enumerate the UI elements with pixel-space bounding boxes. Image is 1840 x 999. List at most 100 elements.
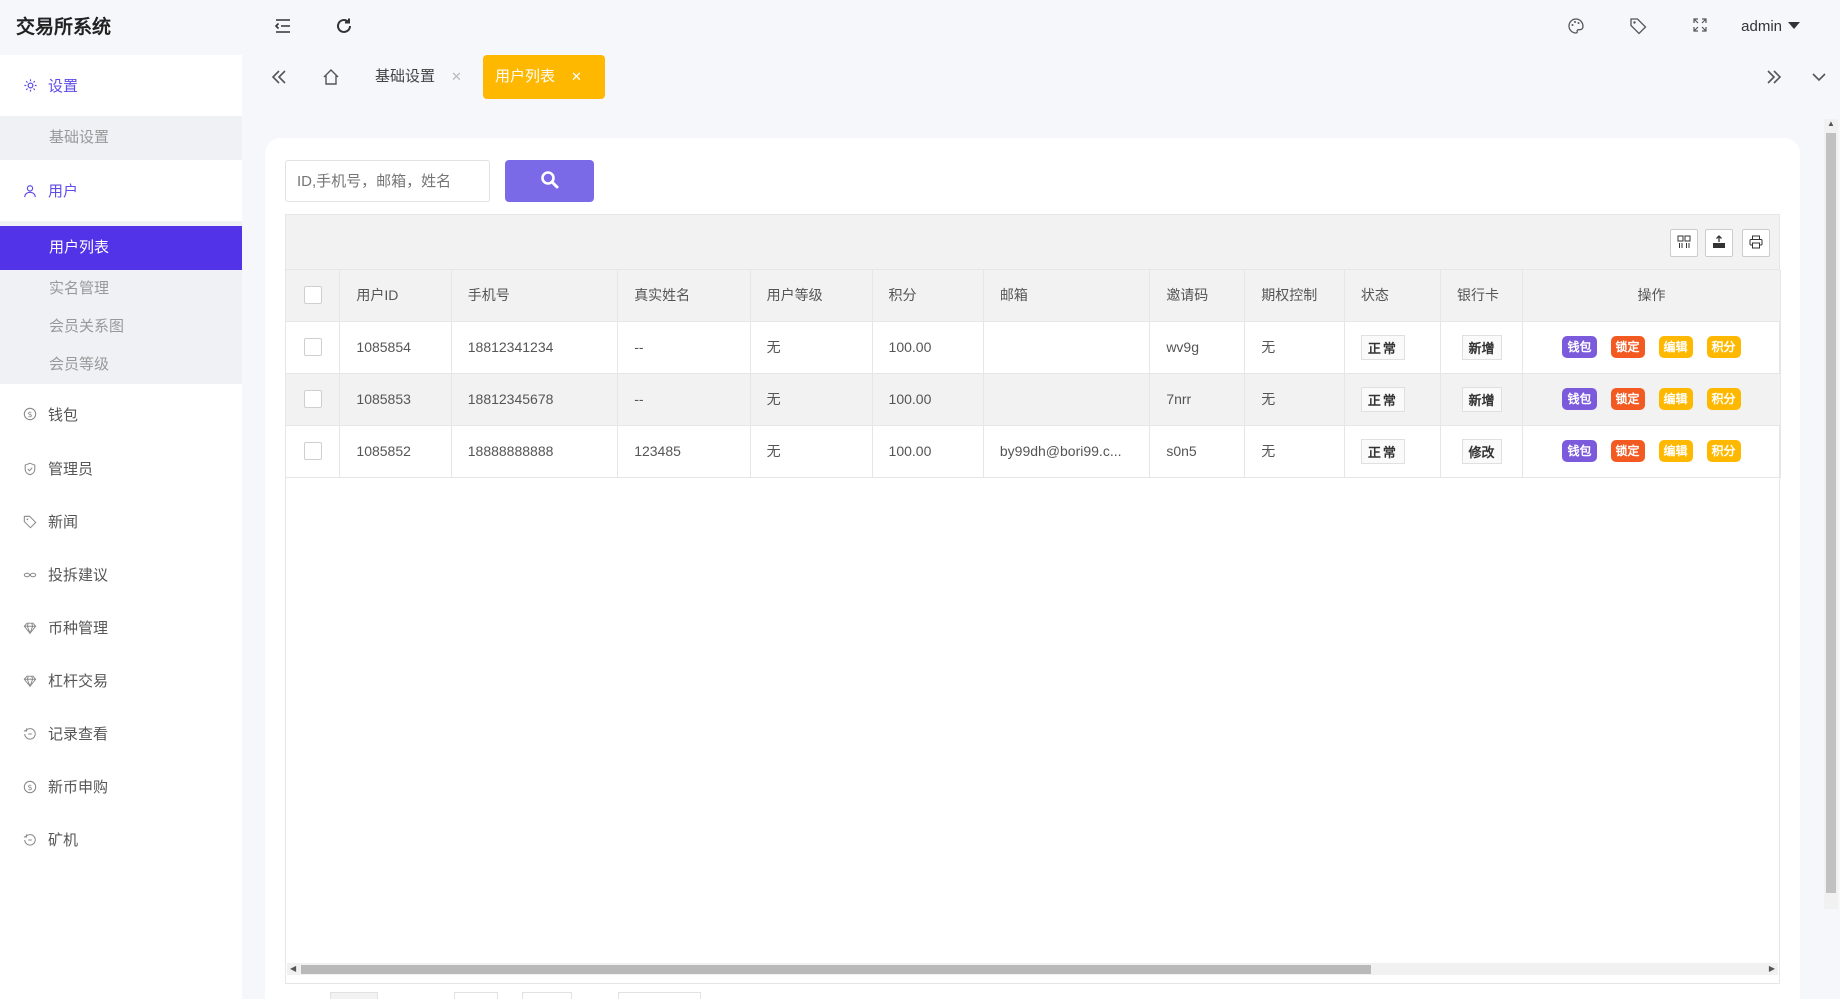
sidebar-item-news[interactable]: 新闻 xyxy=(0,495,242,548)
close-icon[interactable]: ✕ xyxy=(451,69,462,84)
status-badge[interactable]: 正常 xyxy=(1360,438,1405,464)
search-input[interactable] xyxy=(285,160,490,202)
scrollbar-thumb[interactable] xyxy=(301,965,1371,974)
points-button[interactable]: 积分 xyxy=(1706,388,1741,410)
cell-bank: 修改 xyxy=(1440,425,1524,478)
points-button[interactable]: 积分 xyxy=(1706,336,1741,358)
cell-points: 100.00 xyxy=(872,373,984,426)
columns-filter-button[interactable] xyxy=(1670,229,1698,257)
sidebar-item-leverage[interactable]: 杠杆交易 xyxy=(0,654,242,707)
column-header[interactable]: 用户等级 xyxy=(750,270,873,322)
select-all-checkbox[interactable] xyxy=(303,286,322,305)
column-header[interactable]: 手机号 xyxy=(451,270,619,322)
cell-phone: 18888888888 xyxy=(451,425,619,478)
user-menu[interactable]: admin xyxy=(1741,18,1800,35)
column-header[interactable]: 邀请码 xyxy=(1149,270,1246,322)
scroll-left-arrow-icon[interactable]: ◀ xyxy=(290,963,296,975)
print-button[interactable] xyxy=(1742,229,1770,257)
sidebar-item-records[interactable]: 记录查看 xyxy=(0,707,242,760)
edit-button[interactable]: 编辑 xyxy=(1658,336,1693,358)
search-button[interactable] xyxy=(505,160,594,202)
sidebar-item-basic-settings[interactable]: 基础设置 xyxy=(0,116,242,160)
tabs-dropdown-icon[interactable] xyxy=(1810,55,1828,99)
pager-prev[interactable] xyxy=(330,992,378,999)
sidebar-group-users[interactable]: 用户 xyxy=(0,160,242,221)
row-checkbox[interactable] xyxy=(303,390,322,409)
cell-real-name: 123485 xyxy=(617,425,751,478)
tab-label: 基础设置 xyxy=(375,68,436,85)
pager-page-input[interactable] xyxy=(454,992,498,999)
edit-button[interactable]: 编辑 xyxy=(1658,440,1693,462)
wallet-button[interactable]: 钱包 xyxy=(1562,440,1597,462)
pager-goto[interactable] xyxy=(522,992,572,999)
sidebar-item-realname[interactable]: 实名管理 xyxy=(0,270,242,308)
row-checkbox[interactable] xyxy=(303,442,322,461)
tab-user-list[interactable]: 用户列表 ✕ xyxy=(483,55,605,99)
sidebar-item-new-coin[interactable]: $ 新币申购 xyxy=(0,760,242,813)
fullscreen-icon[interactable] xyxy=(1692,17,1708,38)
lock-button[interactable]: 锁定 xyxy=(1610,336,1645,358)
edit-button[interactable]: 编辑 xyxy=(1658,388,1693,410)
diamond-icon xyxy=(22,620,38,636)
export-button[interactable] xyxy=(1705,229,1733,257)
column-header[interactable]: 用户ID xyxy=(339,270,452,322)
sidebar-item-miner[interactable]: 矿机 xyxy=(0,813,242,866)
cell-user-id: 1085854 xyxy=(339,321,452,374)
column-header[interactable]: 银行卡 xyxy=(1440,270,1524,322)
bank-card-button[interactable]: 新增 xyxy=(1461,386,1502,412)
tab-basic-settings[interactable]: 基础设置 ✕ xyxy=(363,55,474,99)
points-button[interactable]: 积分 xyxy=(1706,440,1741,462)
pager-size-select[interactable] xyxy=(618,992,701,999)
cell-real-name: -- xyxy=(617,321,751,374)
column-header-actions: 操作 xyxy=(1522,270,1781,322)
diamond-icon xyxy=(22,673,38,689)
sidebar-item-member-level[interactable]: 会员等级 xyxy=(0,346,242,384)
tabs-scroll-right-icon[interactable] xyxy=(1765,55,1783,99)
column-header[interactable]: 真实姓名 xyxy=(617,270,751,322)
sidebar-item-admin[interactable]: 管理员 xyxy=(0,442,242,495)
gear-icon xyxy=(22,78,38,94)
bank-card-button[interactable]: 新增 xyxy=(1461,334,1502,360)
collapse-menu-icon[interactable] xyxy=(274,17,292,41)
close-icon[interactable]: ✕ xyxy=(571,69,582,84)
wallet-button[interactable]: 钱包 xyxy=(1562,388,1597,410)
wallet-button[interactable]: 钱包 xyxy=(1562,336,1597,358)
dollar-icon: $ xyxy=(22,779,38,795)
sidebar-item-relation-graph[interactable]: 会员关系图 xyxy=(0,308,242,346)
palette-icon[interactable] xyxy=(1567,17,1585,40)
scroll-up-arrow-icon[interactable]: ▲ xyxy=(1827,119,1835,128)
status-badge[interactable]: 正常 xyxy=(1360,334,1405,360)
sidebar-item-coin-manage[interactable]: 币种管理 xyxy=(0,601,242,654)
tabs-scroll-left-icon[interactable] xyxy=(270,55,288,99)
scrollbar-thumb[interactable] xyxy=(1826,133,1836,893)
column-header[interactable]: 邮箱 xyxy=(983,270,1151,322)
column-header[interactable]: 积分 xyxy=(872,270,984,322)
lock-button[interactable]: 锁定 xyxy=(1610,440,1645,462)
row-checkbox[interactable] xyxy=(303,338,322,357)
sidebar-item-label: 管理员 xyxy=(48,461,94,478)
column-header[interactable]: 期权控制 xyxy=(1244,270,1345,322)
home-icon[interactable] xyxy=(322,55,340,99)
cell-level: 无 xyxy=(750,425,873,478)
sidebar-item-user-list[interactable]: 用户列表 xyxy=(0,226,242,270)
sidebar-item-suggestions[interactable]: 投拆建议 xyxy=(0,548,242,601)
sidebar-group-label: 设置 xyxy=(48,78,79,95)
sidebar-group-settings[interactable]: 设置 xyxy=(0,55,242,116)
export-icon xyxy=(1712,234,1726,252)
cell-points: 100.00 xyxy=(872,321,984,374)
sidebar-item-label: 新币申购 xyxy=(48,779,109,796)
horizontal-scrollbar[interactable]: ◀ ▶ xyxy=(287,963,1778,975)
row-select-cell xyxy=(286,321,341,374)
history-icon xyxy=(22,832,38,848)
page-vertical-scrollbar[interactable]: ▲ xyxy=(1824,119,1838,909)
refresh-icon[interactable] xyxy=(335,17,353,41)
cell-points: 100.00 xyxy=(872,425,984,478)
sidebar-item-wallet[interactable]: $ 钱包 xyxy=(0,386,242,442)
bank-card-button[interactable]: 修改 xyxy=(1461,438,1502,464)
scroll-right-arrow-icon[interactable]: ▶ xyxy=(1769,963,1775,975)
tag-icon[interactable] xyxy=(1629,17,1647,40)
column-header[interactable]: 状态 xyxy=(1344,270,1441,322)
cell-invite-code: 7nrr xyxy=(1149,373,1246,426)
status-badge[interactable]: 正常 xyxy=(1360,386,1405,412)
lock-button[interactable]: 锁定 xyxy=(1610,388,1645,410)
